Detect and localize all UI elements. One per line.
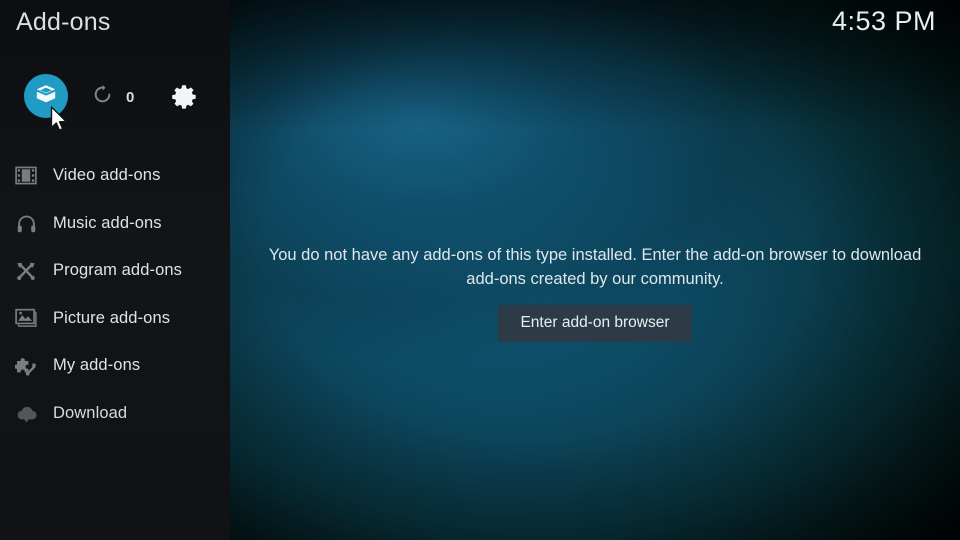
enter-addon-browser-button[interactable]: Enter add-on browser [498,305,692,342]
sidebar-item-music-addons[interactable]: Music add-ons [0,200,230,248]
sidebar-action-row: 0 [0,74,230,122]
empty-state-button-wrap: Enter add-on browser [230,305,960,342]
sidebar: Add-ons 0 Video add-ons Music add-ons Pr… [0,0,230,540]
headphones-icon [11,210,41,236]
refresh-icon [92,84,113,110]
sidebar-item-label: Music add-ons [53,213,162,232]
sidebar-item-label: My add-ons [53,356,141,375]
sidebar-item-label: Picture add-ons [53,308,171,327]
sidebar-nav-list: Video add-ons Music add-ons Program add-… [0,152,230,437]
sidebar-item-label: Video add-ons [53,166,161,185]
sidebar-item-label: Program add-ons [53,261,182,280]
sidebar-item-picture-addons[interactable]: Picture add-ons [0,295,230,343]
empty-state-message: You do not have any add-ons of this type… [268,246,922,288]
empty-state-panel: You do not have any add-ons of this type… [230,243,960,342]
package-box-button[interactable] [24,74,68,118]
kodi-addons-screen: You do not have any add-ons of this type… [0,0,960,540]
clock-label: 4:53 PM [831,6,936,36]
sidebar-item-video-addons[interactable]: Video add-ons [0,152,230,200]
refresh-updates-button[interactable]: 0 [92,84,134,110]
picture-icon [11,305,41,331]
tools-icon [11,258,41,284]
page-title: Add-ons [16,8,111,36]
refresh-count-label: 0 [126,88,135,106]
film-strip-icon [11,163,41,189]
settings-button[interactable] [170,83,198,111]
gear-icon [170,85,198,115]
sidebar-item-download[interactable]: Download [0,390,230,438]
sidebar-item-my-addons[interactable]: My add-ons [0,342,230,390]
package-box-icon [34,82,58,111]
sidebar-item-program-addons[interactable]: Program add-ons [0,247,230,295]
sidebar-item-label: Download [53,403,128,422]
puzzle-wrench-icon [11,353,41,379]
cloud-download-icon [11,400,41,426]
main-content-area: You do not have any add-ons of this type… [230,0,960,540]
